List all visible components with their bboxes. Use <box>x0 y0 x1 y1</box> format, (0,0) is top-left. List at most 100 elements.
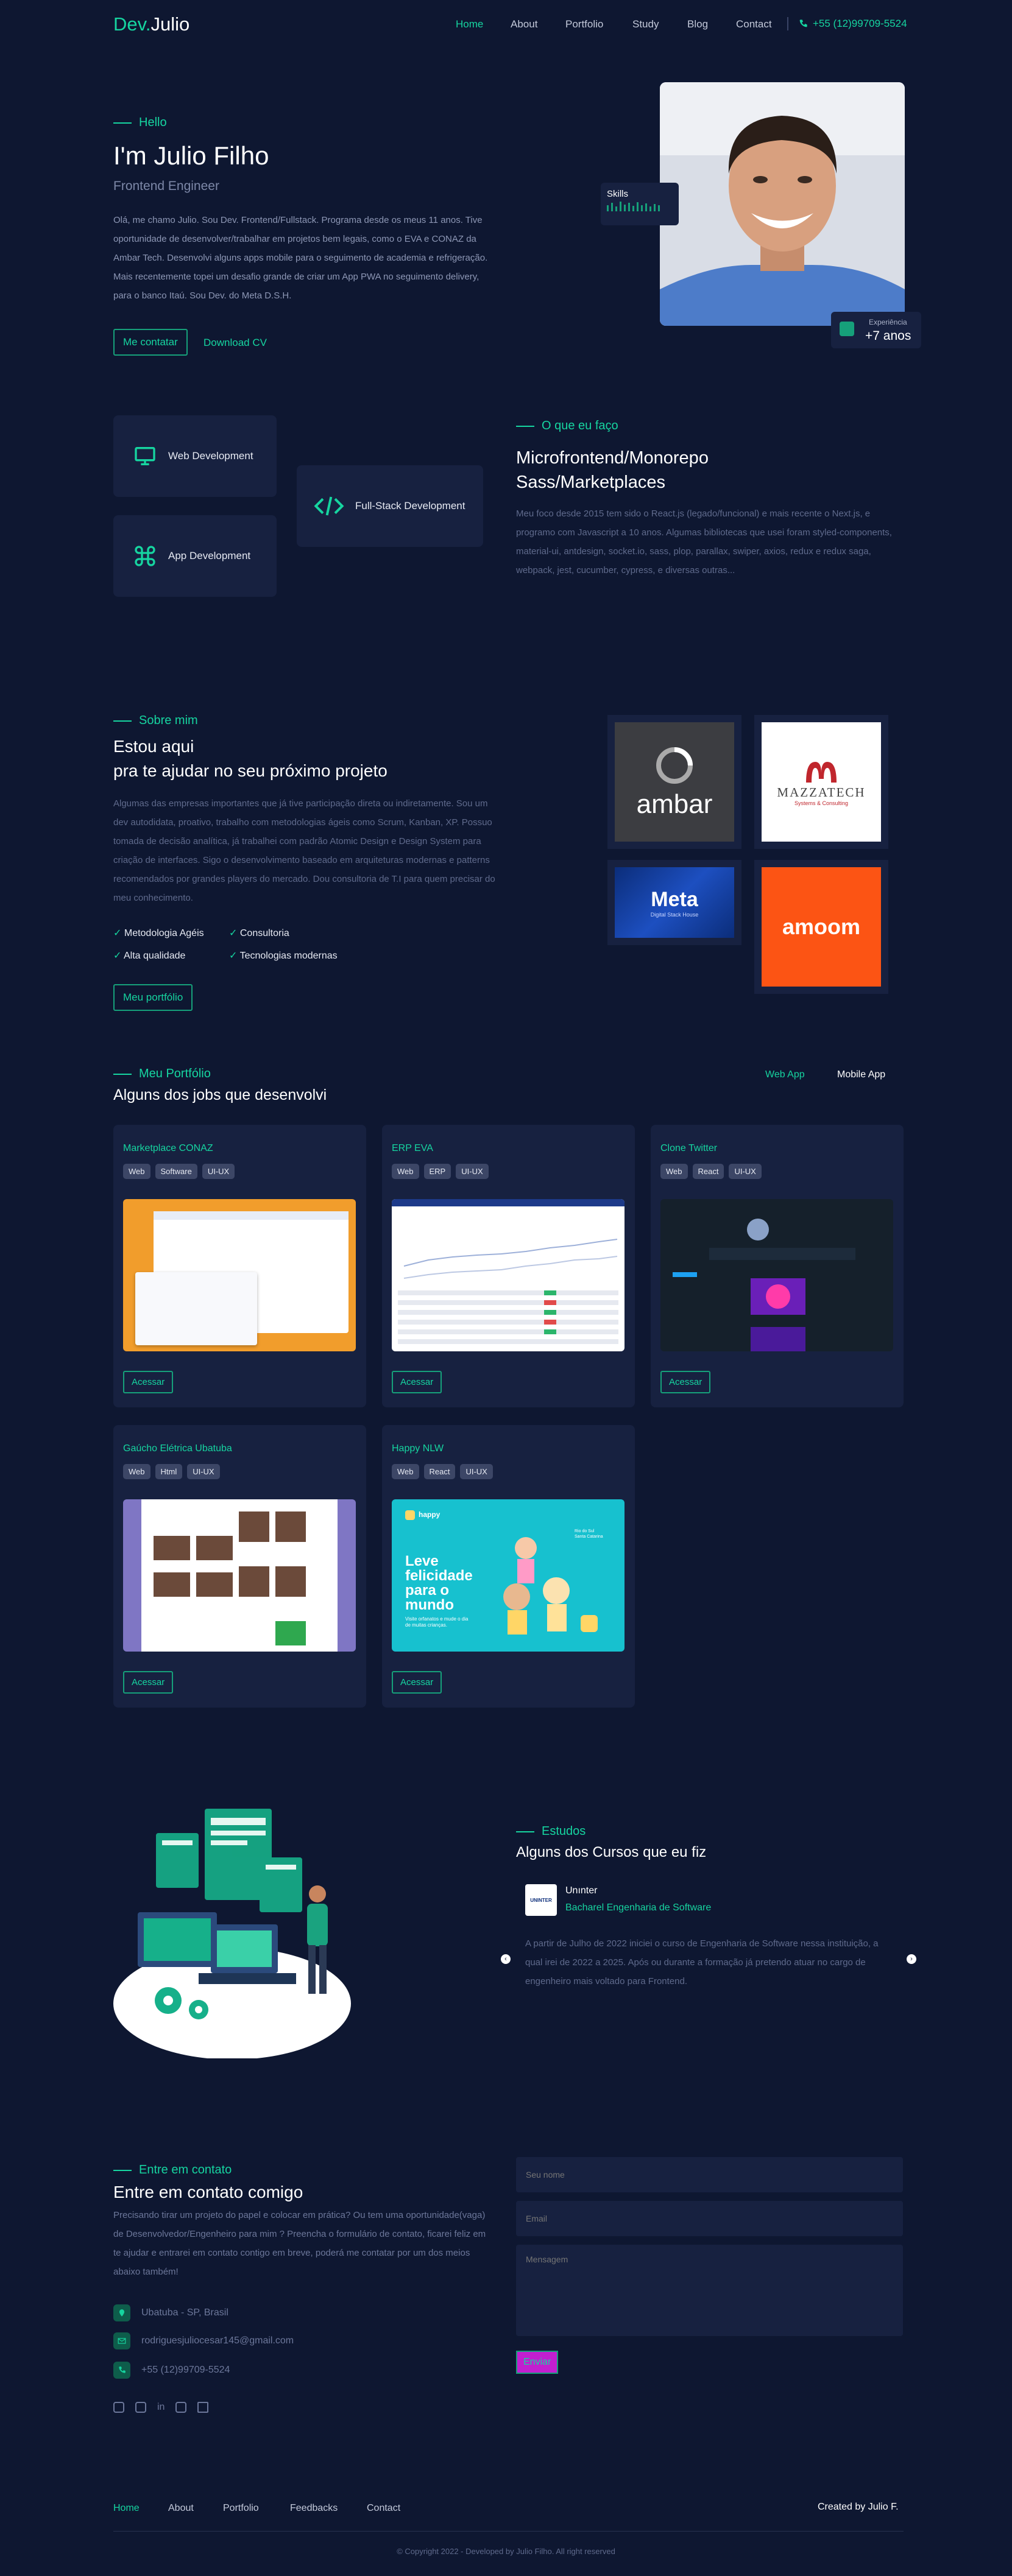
happy-headline: Leve felicidade para o mundo <box>405 1553 473 1613</box>
experience-badge: Experiência +7 anos <box>831 312 921 348</box>
about-kicker-text: Sobre mim <box>139 714 198 727</box>
happy-logo-text: happy <box>419 1510 441 1519</box>
project-card: Gaúcho Elétrica Ubatuba Web Html UI-UX Ace… <box>113 1425 366 1708</box>
check-circle-icon: ✓ <box>229 928 238 938</box>
amoom-logo-text: amoom <box>782 914 861 939</box>
ambar-logo: ambar <box>615 722 734 842</box>
service-label-fullstack: Full-Stack Development <box>355 500 465 512</box>
linkedin-icon[interactable]: in <box>157 2402 165 2413</box>
project-title: Gaúcho Elétrica Ubatuba <box>123 1443 232 1454</box>
project-tags: Web React UI-UX <box>660 1164 766 1179</box>
footer-divider <box>113 2531 904 2532</box>
logo-card-meta: Meta Digital Stack House <box>607 860 741 945</box>
footer-link-portfolio[interactable]: Portfolio <box>223 2503 290 2514</box>
mazzatech-logo-text: MAZZATECH <box>777 784 866 800</box>
name-input[interactable] <box>516 2157 903 2192</box>
github-icon[interactable] <box>135 2402 146 2413</box>
study-paragraph: A partir de Julho de 2022 iniciei o curs… <box>525 1938 879 1987</box>
access-project-button[interactable]: Acessar <box>660 1371 711 1393</box>
project-screenshot <box>123 1199 356 1351</box>
download-cv-link[interactable]: Download CV <box>203 337 267 349</box>
my-portfolio-button[interactable]: Meu portfólio <box>113 984 193 1011</box>
project-tag: Web <box>123 1164 150 1179</box>
nav-study[interactable]: Study <box>632 18 687 30</box>
header-phone[interactable]: +55 (12)99709-5524 <box>798 18 907 30</box>
tab-mobile-app[interactable]: Mobile App <box>837 1069 885 1080</box>
social-links: in <box>113 2402 209 2413</box>
project-tags: Web Html UI-UX <box>123 1464 225 1479</box>
services-title: Microfrontend/Monorepo Sass/Marketplaces <box>516 446 709 494</box>
project-screenshot <box>660 1199 893 1351</box>
footer-credit: Created by Julio F. <box>818 2502 899 2512</box>
contact-me-button[interactable]: Me contatar <box>113 329 188 356</box>
medal-icon <box>840 322 854 336</box>
study-kicker: Estudos <box>516 1825 586 1839</box>
logo-card-ambar: ambar <box>607 715 741 849</box>
footer-link-home[interactable]: Home <box>113 2503 168 2514</box>
footer-link-contact[interactable]: Contact <box>367 2503 422 2514</box>
check-circle-icon: ✓ <box>113 928 122 938</box>
project-tag: Web <box>392 1164 419 1179</box>
project-tag: ERP <box>423 1164 451 1179</box>
hero-kicker: Hello <box>113 116 167 130</box>
project-tag: Web <box>660 1164 688 1179</box>
footer-link-about[interactable]: About <box>168 2503 223 2514</box>
services-paragraph: Meu foco desde 2015 tem sido o React.js … <box>516 509 892 575</box>
contact-email-text: rodriguesjuliocesar145@gmail.com <box>141 2335 294 2346</box>
feature-label: Alta qualidade <box>123 951 186 961</box>
project-screenshot <box>392 1199 625 1351</box>
services-title-line1: Microfrontend/Monorepo <box>516 448 709 468</box>
message-textarea[interactable] <box>516 2245 903 2336</box>
study-course: Bacharel Engenharia de Software <box>565 1902 712 1913</box>
logo-card-mazzatech: MAZZATECH Systems & Consulting <box>754 715 888 849</box>
nav-blog[interactable]: Blog <box>687 18 736 30</box>
service-label-web: Web Development <box>168 450 253 462</box>
study-school: Unınter <box>565 1885 598 1896</box>
study-kicker-text: Estudos <box>542 1825 586 1838</box>
check-circle-icon: ✓ <box>113 951 122 961</box>
project-screenshot <box>123 1499 356 1652</box>
about-title-line2: pra te ajudar no seu próximo projeto <box>113 761 387 780</box>
experience-value: +7 anos <box>865 329 911 343</box>
footer-link-feedbacks[interactable]: Feedbacks <box>290 2503 367 2514</box>
access-project-button[interactable]: Acessar <box>392 1671 442 1694</box>
contact-phone[interactable]: +55 (12)99709-5524 <box>113 2362 230 2379</box>
nav-about[interactable]: About <box>511 18 565 30</box>
instagram-icon[interactable] <box>175 2402 187 2413</box>
access-project-button[interactable]: Acessar <box>392 1371 442 1393</box>
services-kicker-text: O que eu faço <box>542 419 618 432</box>
project-tag: Html <box>155 1464 183 1479</box>
brand-logo[interactable]: Dev.Julio <box>113 13 189 35</box>
nav-home[interactable]: Home <box>456 18 511 30</box>
portfolio-kicker-text: Meu Portfólio <box>139 1067 211 1080</box>
footer-copyright: © Copyright 2022 - Developed by Julio Fi… <box>397 2547 615 2556</box>
project-tag: Web <box>123 1464 150 1479</box>
youtube-icon[interactable] <box>113 2402 124 2413</box>
project-tags: Web React UI-UX <box>392 1464 498 1479</box>
skills-label: Skills <box>607 189 629 199</box>
carousel-next-icon[interactable]: › <box>907 1954 916 1964</box>
carousel-prev-icon[interactable]: ‹ <box>501 1954 511 1964</box>
phone-icon <box>798 19 808 29</box>
feature-label: Consultoria <box>239 928 289 938</box>
project-card: Marketplace CONAZ Web Software UI-UX Acess… <box>113 1125 366 1407</box>
access-project-button[interactable]: Acessar <box>123 1371 174 1393</box>
access-project-button[interactable]: Acessar <box>123 1671 174 1694</box>
email-input[interactable] <box>516 2201 903 2236</box>
study-illustration <box>113 1790 357 2058</box>
project-tags: Web ERP UI-UX <box>392 1164 494 1179</box>
project-screenshot: happy Rio do Sul Santa Catarina Leve feli… <box>392 1499 625 1652</box>
submit-button[interactable]: Enviar <box>516 2351 559 2374</box>
contact-kicker: Entre em contato <box>113 2163 232 2177</box>
nav-contact[interactable]: Contact <box>736 18 785 30</box>
uninter-logo: UNINTER <box>525 1884 557 1916</box>
contact-kicker-text: Entre em contato <box>139 2163 232 2177</box>
contact-email[interactable]: rodriguesjuliocesar145@gmail.com <box>113 2332 294 2349</box>
whatsapp-icon[interactable] <box>197 2402 209 2413</box>
tab-web-app[interactable]: Web App <box>765 1069 805 1080</box>
hero-subtitle: Frontend Engineer <box>113 179 219 193</box>
project-tag: UI-UX <box>202 1164 235 1179</box>
nav-portfolio[interactable]: Portfolio <box>565 18 632 30</box>
logo-card-amoom: amoom <box>754 860 888 994</box>
project-tag: Web <box>392 1464 419 1479</box>
